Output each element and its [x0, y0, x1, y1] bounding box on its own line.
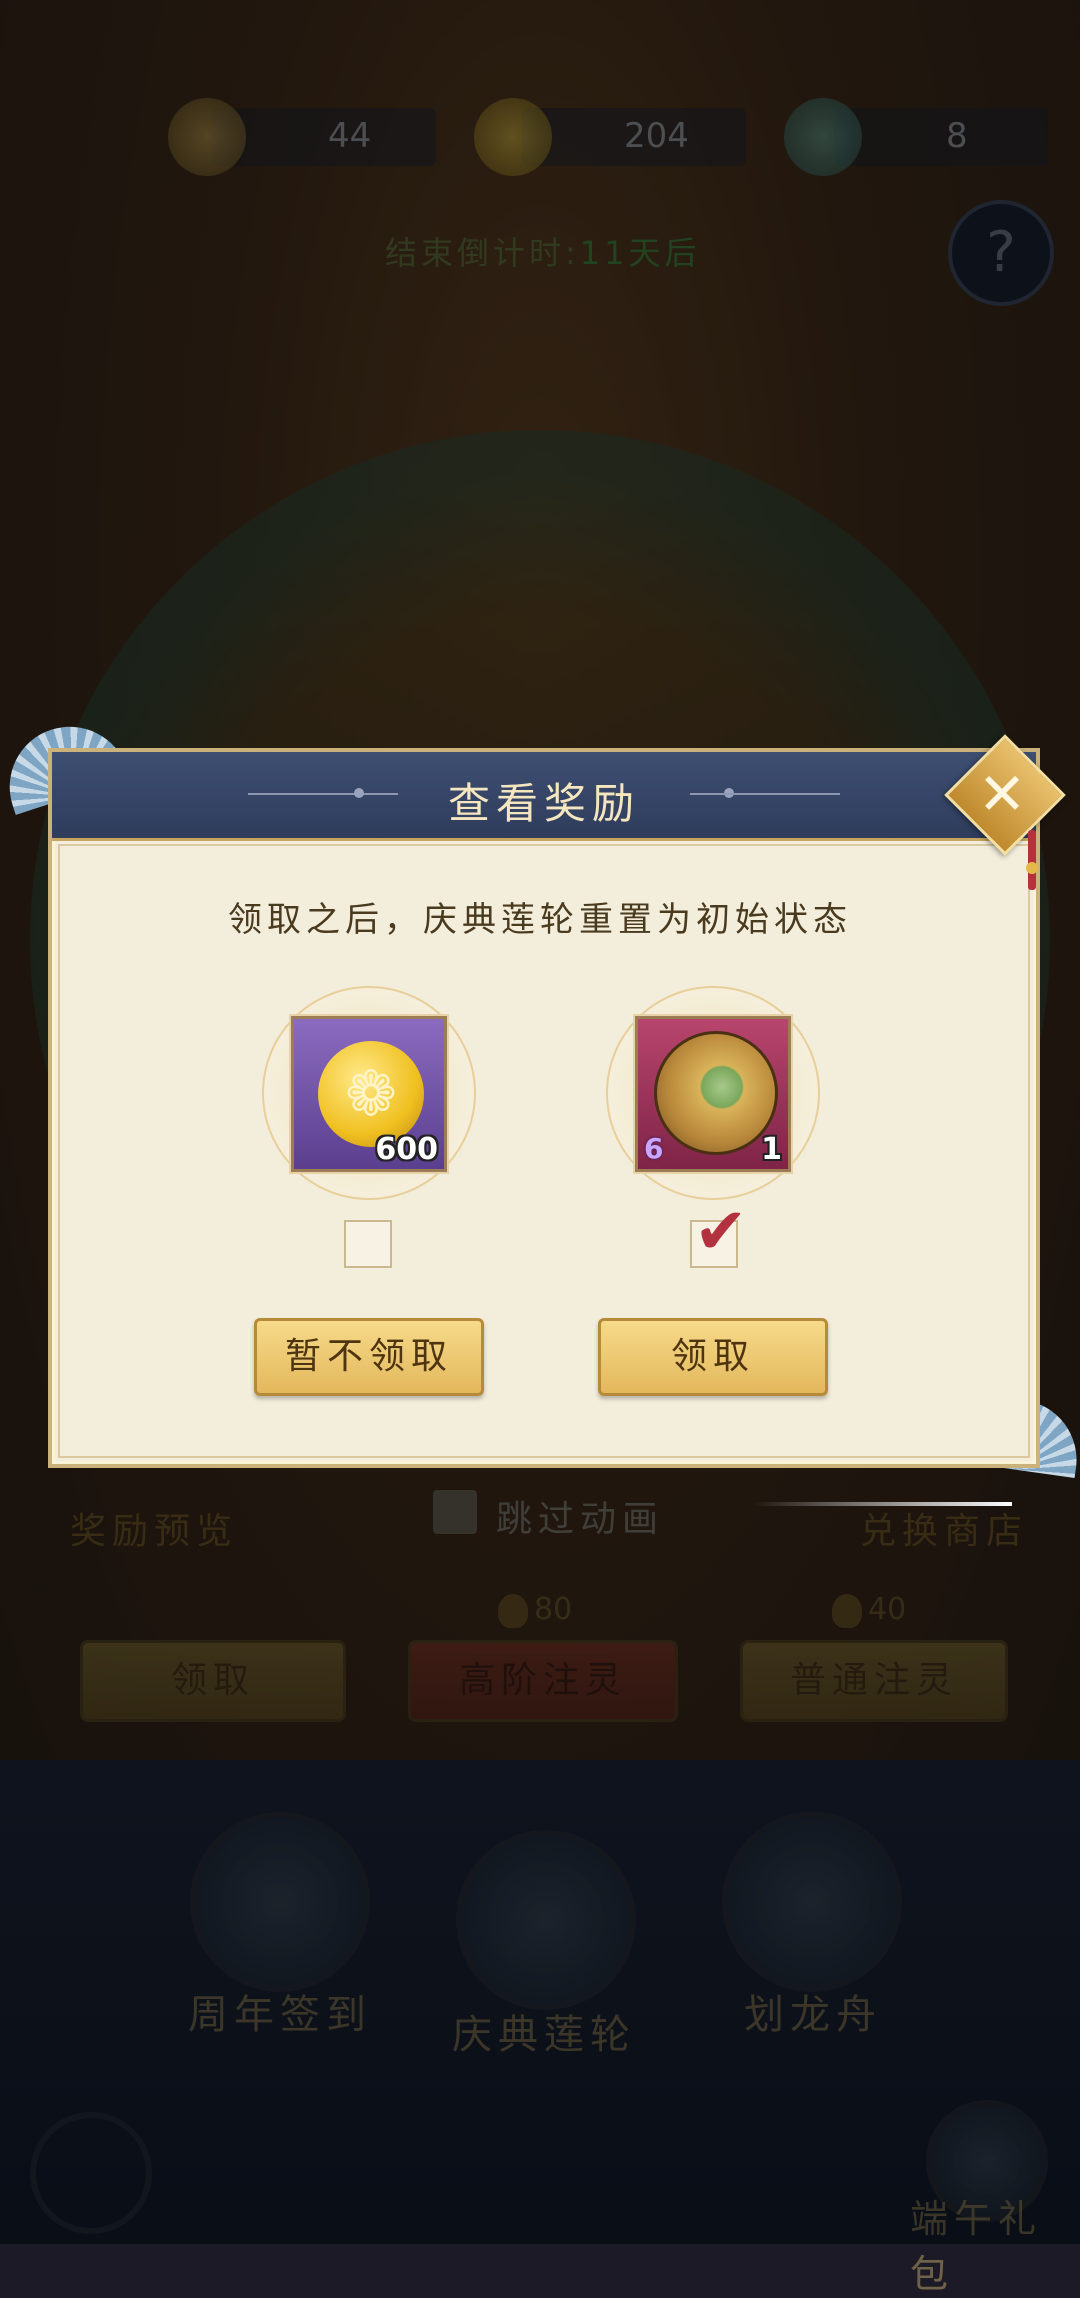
tassel-knot: [1026, 862, 1038, 874]
reward-checkbox-gold[interactable]: [344, 1220, 392, 1268]
close-icon[interactable]: ✕: [968, 760, 1036, 828]
tassel-decoration: [1028, 830, 1036, 890]
item-quantity: 1: [761, 1132, 782, 1167]
checkmark-icon: ✔: [694, 1195, 748, 1269]
reward-item-gold[interactable]: ❁ 600: [291, 1016, 447, 1172]
jade-amulet-icon: [654, 1031, 778, 1155]
item-quantity: 600: [375, 1132, 438, 1167]
reward-dialog: 查看奖励: [48, 748, 1040, 1468]
item-star-level: 6: [644, 1132, 664, 1165]
reward-checkbox-amulet[interactable]: ✔: [690, 1200, 748, 1268]
dialog-message: 领取之后，庆典莲轮重置为初始状态: [228, 900, 852, 940]
dialog-title: 查看奖励: [447, 779, 640, 828]
claim-button[interactable]: 领取: [598, 1318, 828, 1396]
dialog-header: 查看奖励: [52, 752, 1036, 841]
reward-item-amulet[interactable]: 6 1: [635, 1016, 791, 1172]
light-streak: [752, 1502, 1012, 1506]
decline-button[interactable]: 暂不领取: [254, 1318, 484, 1396]
